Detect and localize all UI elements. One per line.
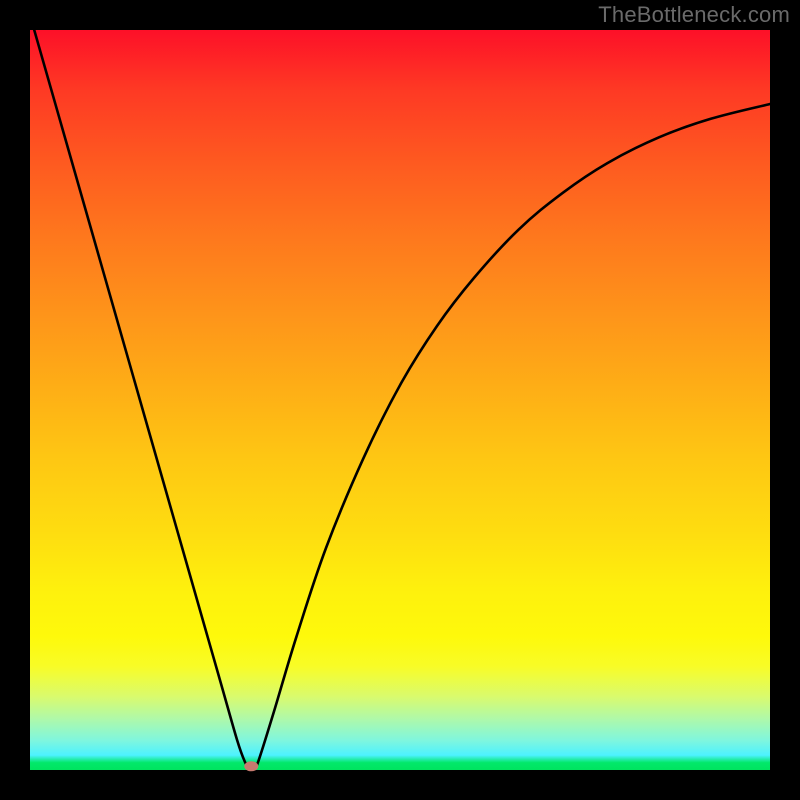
watermark-text: TheBottleneck.com [598,2,790,28]
plot-area [30,30,770,770]
chart-frame: TheBottleneck.com [0,0,800,800]
bottleneck-curve [30,30,770,770]
